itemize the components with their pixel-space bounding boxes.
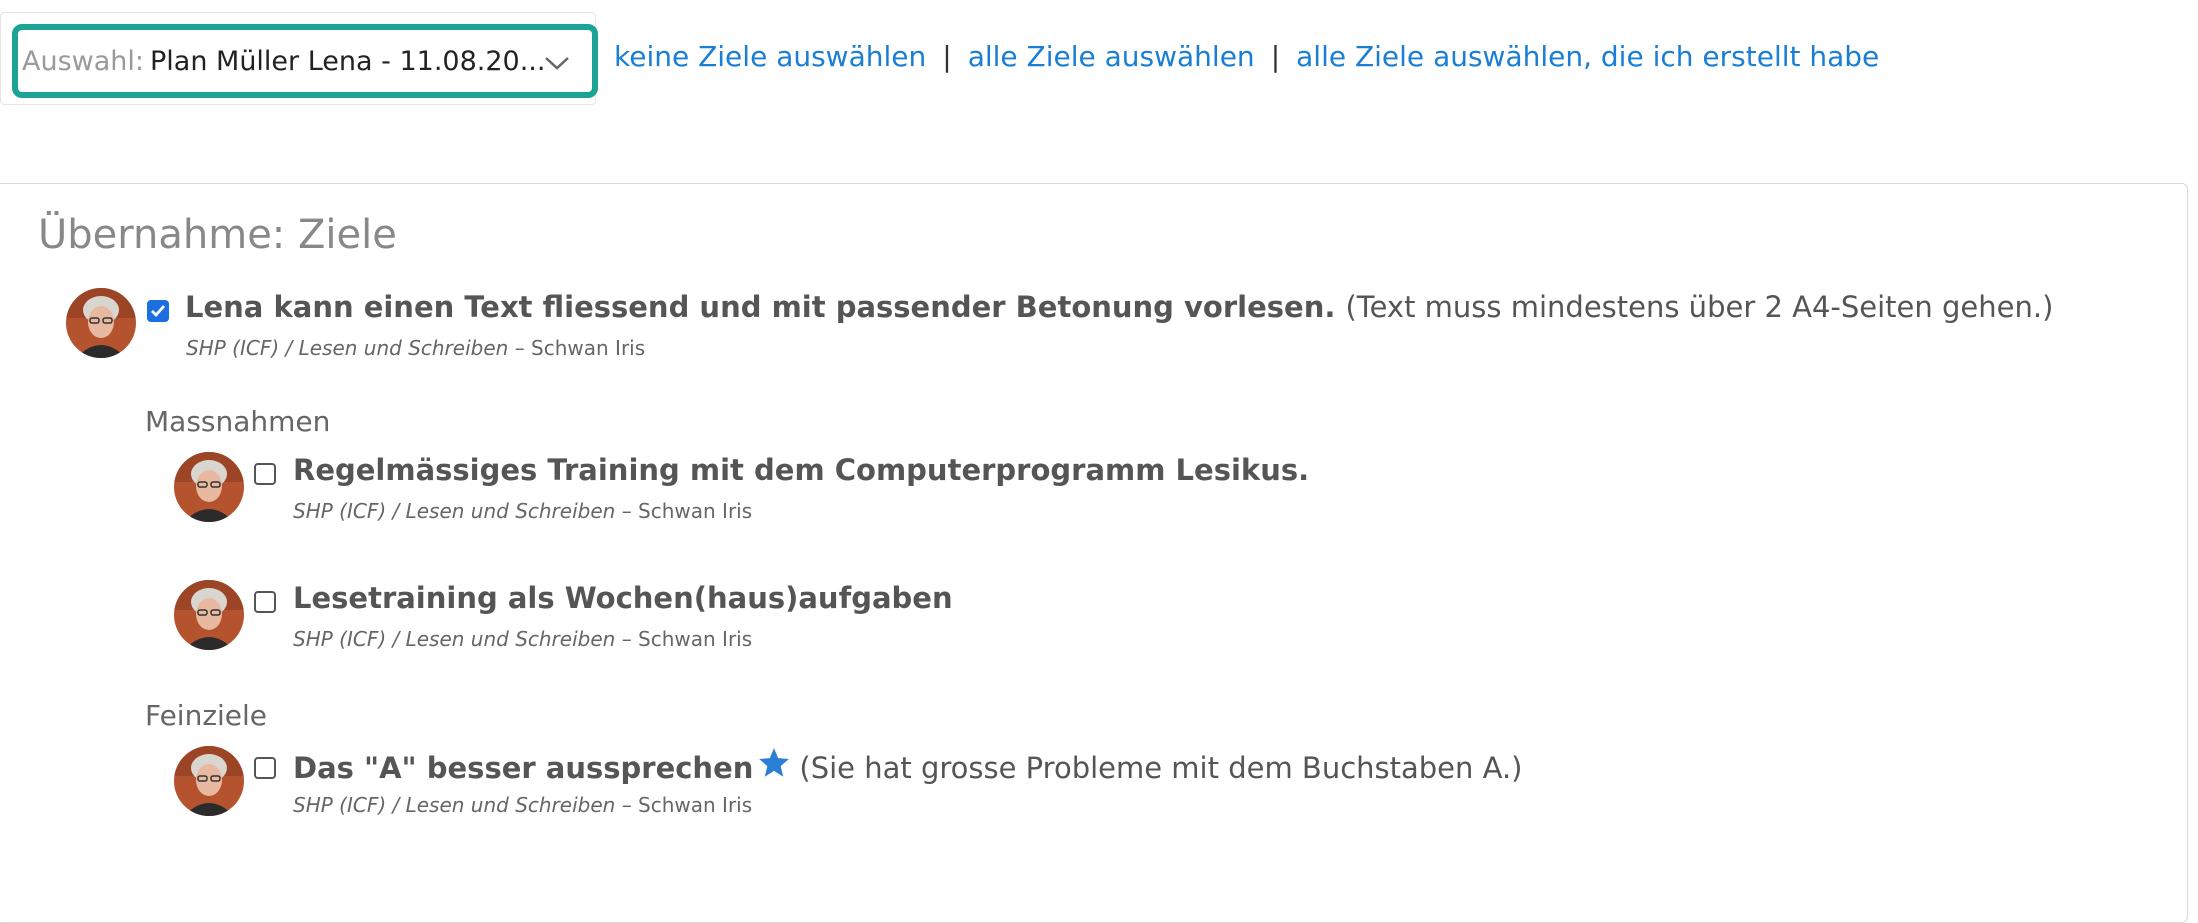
goal-title-text: Lena kann einen Text fliessend und mit p… <box>185 290 1336 324</box>
select-mine-link[interactable]: alle Ziele auswählen, die ich erstellt h… <box>1296 40 1879 73</box>
plan-select-dropdown[interactable]: Auswahl: Plan Müller Lena - 11.08.20... <box>12 24 598 98</box>
feinziel-meta: SHP (ICF) / Lesen und Schreiben – Schwan… <box>293 793 752 817</box>
feinziel-author: – Schwan Iris <box>621 793 753 817</box>
goal-note: (Text muss mindestens über 2 A4-Seiten g… <box>1345 290 2054 324</box>
selection-links: keine Ziele auswählen | alle Ziele auswähl… <box>614 40 1879 73</box>
massnahme-category: SHP (ICF) / Lesen und Schreiben <box>293 499 616 523</box>
feinziel-checkbox[interactable] <box>254 757 276 779</box>
massnahme-title: Regelmässiges Training mit dem Computerp… <box>293 453 1310 487</box>
massnahme-author: – Schwan Iris <box>621 627 753 651</box>
section-feinziele: Feinziele <box>145 699 268 732</box>
select-none-link[interactable]: keine Ziele auswählen <box>614 40 926 73</box>
massnahme-checkbox[interactable] <box>254 463 276 485</box>
chevron-down-icon <box>545 57 569 70</box>
select-current-value: Plan Müller Lena - 11.08.20... <box>150 45 546 77</box>
massnahme-checkbox[interactable] <box>254 591 276 613</box>
massnahme-meta: SHP (ICF) / Lesen und Schreiben – Schwan… <box>293 627 752 651</box>
feinziel-title-text: Das "A" besser aussprechen <box>293 751 754 785</box>
massnahme-title: Lesetraining als Wochen(haus)aufgaben <box>293 581 953 615</box>
link-separator: | <box>1270 40 1281 73</box>
massnahme-author: – Schwan Iris <box>621 499 753 523</box>
feinziel-title: Das "A" besser aussprechen (Sie hat gros… <box>293 746 1522 785</box>
star-icon[interactable] <box>757 746 791 780</box>
avatar <box>174 746 244 816</box>
select-all-link[interactable]: alle Ziele auswählen <box>968 40 1255 73</box>
link-separator: | <box>942 40 952 73</box>
goal-meta: SHP (ICF) / Lesen und Schreiben – Schwan… <box>186 336 645 360</box>
feinziel-category: SHP (ICF) / Lesen und Schreiben <box>293 793 616 817</box>
panel-title: Übernahme: Ziele <box>38 212 397 258</box>
massnahme-category: SHP (ICF) / Lesen und Schreiben <box>293 627 616 651</box>
feinziel-note: (Sie hat grosse Probleme mit dem Buchsta… <box>799 751 1523 785</box>
massnahme-meta: SHP (ICF) / Lesen und Schreiben – Schwan… <box>293 499 752 523</box>
checkmark-icon <box>151 305 166 318</box>
goal-checkbox[interactable] <box>147 300 169 322</box>
avatar <box>66 288 136 358</box>
avatar <box>174 580 244 650</box>
avatar <box>174 452 244 522</box>
goal-category: SHP (ICF) / Lesen und Schreiben <box>186 336 509 360</box>
select-prefix-label: Auswahl: <box>22 45 144 77</box>
section-massnahmen: Massnahmen <box>145 405 331 438</box>
goal-title: Lena kann einen Text fliessend und mit p… <box>185 290 2053 324</box>
goal-author: – Schwan Iris <box>514 336 646 360</box>
